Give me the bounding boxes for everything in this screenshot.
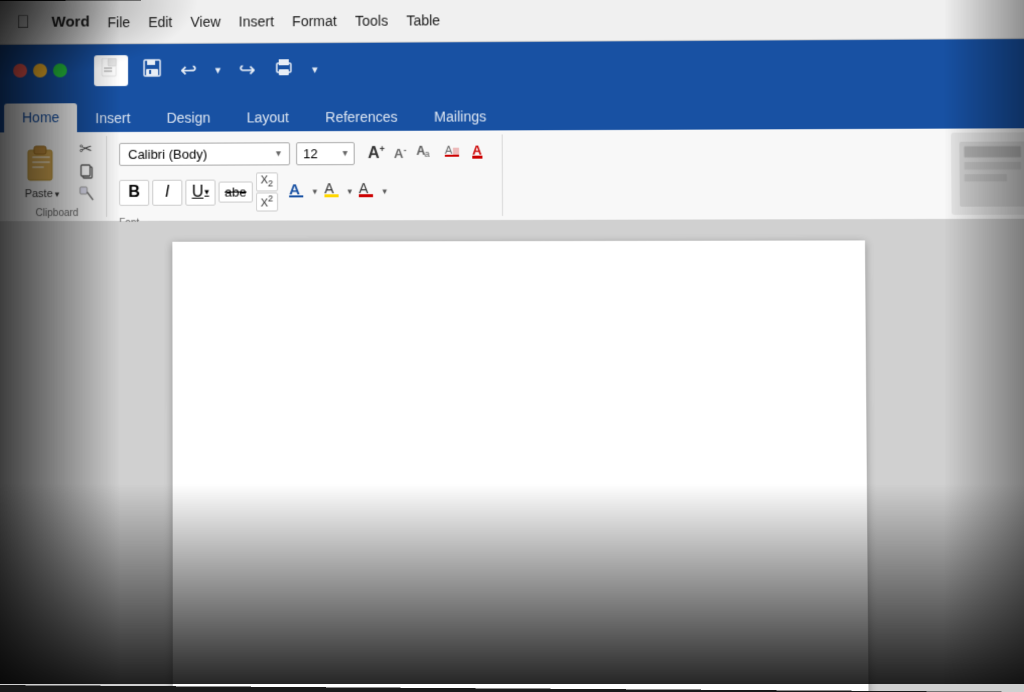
document-page[interactable]	[172, 240, 869, 692]
toolbar-dropdown-icon[interactable]: ▾	[308, 61, 322, 78]
font-color-button[interactable]: A	[355, 177, 379, 206]
italic-button[interactable]: I	[152, 179, 182, 205]
ribbon-tabs: Home Insert Design Layout References Mai…	[0, 92, 1024, 133]
clear-formatting-button[interactable]: A	[440, 140, 464, 167]
highlight-dropdown[interactable]: ▾	[347, 186, 352, 197]
underline-dropdown[interactable]: ▾	[204, 187, 209, 198]
font-row-2: B I U ▾ abe X2 X2	[119, 172, 494, 212]
tab-insert[interactable]: Insert	[77, 104, 148, 132]
bold-button[interactable]: B	[119, 179, 149, 205]
mac-menu-bar:  Word File Edit View Insert Format Tool…	[0, 0, 1024, 45]
strikethrough-button[interactable]: abe	[219, 182, 253, 203]
clipboard-group: Paste ▾ ✂	[8, 136, 107, 217]
format-painter-button[interactable]	[76, 185, 98, 206]
tab-layout[interactable]: Layout	[228, 103, 307, 131]
tab-references[interactable]: References	[307, 103, 416, 132]
document-area	[0, 220, 1024, 692]
apple-logo-icon[interactable]: 	[16, 12, 29, 33]
edit-menu-item[interactable]: Edit	[148, 13, 172, 29]
close-button[interactable]	[13, 64, 27, 78]
word-toolbar: ↩ ▾ ↪ ▾	[0, 39, 1024, 97]
paste-dropdown-arrow[interactable]: ▾	[55, 189, 60, 200]
font-color-dropdown[interactable]: ▾	[382, 186, 387, 197]
text-effects-group: A ▾ A ▾	[285, 177, 387, 206]
svg-text:A: A	[324, 180, 334, 196]
text-effect-button[interactable]: A	[285, 177, 309, 206]
tab-home[interactable]: Home	[4, 103, 77, 132]
font-color-a-button[interactable]: A	[467, 138, 494, 167]
word-application:  Word File Edit View Insert Format Tool…	[0, 0, 1024, 692]
format-menu-item[interactable]: Format	[292, 12, 337, 28]
font-shrink-button[interactable]: A-	[391, 143, 410, 163]
font-row-1: Calibri (Body) ▾ 12 ▾ A+ A-	[119, 138, 494, 168]
table-menu-item[interactable]: Table	[406, 12, 440, 28]
cut-button[interactable]: ✂	[76, 138, 98, 160]
clipboard-small-icons: ✂	[76, 138, 98, 206]
paste-button[interactable]: Paste ▾	[16, 138, 68, 202]
save-icon[interactable]	[138, 55, 166, 84]
tab-mailings[interactable]: Mailings	[416, 102, 505, 131]
superscript-button[interactable]: X2	[256, 193, 279, 212]
svg-text:A: A	[472, 143, 482, 158]
font-size-selector[interactable]: 12 ▾	[296, 142, 355, 165]
word-doc-icon[interactable]	[94, 55, 128, 86]
minimize-button[interactable]	[33, 64, 47, 78]
window-controls	[12, 62, 68, 78]
font-size-dropdown-arrow: ▾	[343, 148, 348, 159]
font-name-selector[interactable]: Calibri (Body) ▾	[119, 142, 290, 166]
font-grow-button[interactable]: A+	[365, 142, 388, 165]
screen-container:  Word File Edit View Insert Format Tool…	[0, 0, 1024, 684]
paste-label: Paste ▾	[25, 188, 60, 200]
highlight-button[interactable]: A	[320, 177, 344, 206]
change-case-button[interactable]: A a	[413, 140, 437, 167]
font-size-controls: A+ A- A a A	[365, 138, 494, 168]
subscript-button[interactable]: X2	[255, 172, 278, 191]
word-menu-item[interactable]: Word	[52, 14, 90, 31]
print-icon[interactable]	[270, 55, 298, 84]
styles-group	[951, 132, 1024, 215]
underline-button[interactable]: U ▾	[185, 179, 215, 205]
font-group: Calibri (Body) ▾ 12 ▾ A+ A-	[111, 134, 503, 216]
view-menu-item[interactable]: View	[190, 13, 220, 29]
file-menu-item[interactable]: File	[108, 14, 131, 30]
font-name-dropdown-arrow: ▾	[276, 148, 281, 159]
insert-menu-item[interactable]: Insert	[239, 13, 274, 29]
home-ribbon: Paste ▾ ✂	[0, 128, 1024, 222]
tools-menu-item[interactable]: Tools	[355, 12, 388, 28]
tab-design[interactable]: Design	[149, 104, 229, 132]
undo-icon[interactable]: ↩	[176, 55, 201, 84]
undo-dropdown-icon[interactable]: ▾	[211, 61, 225, 78]
sub-sup-group: X2 X2	[255, 172, 278, 211]
maximize-button[interactable]	[53, 63, 67, 77]
clipboard-group-label: Clipboard	[36, 206, 79, 219]
copy-button[interactable]	[76, 162, 98, 183]
svg-text:a: a	[425, 149, 430, 159]
redo-icon[interactable]: ↪	[235, 55, 260, 84]
clipboard-icon	[24, 142, 60, 188]
text-effect-dropdown[interactable]: ▾	[312, 186, 317, 197]
svg-text:A: A	[359, 180, 369, 196]
styles-preview	[959, 138, 1024, 209]
